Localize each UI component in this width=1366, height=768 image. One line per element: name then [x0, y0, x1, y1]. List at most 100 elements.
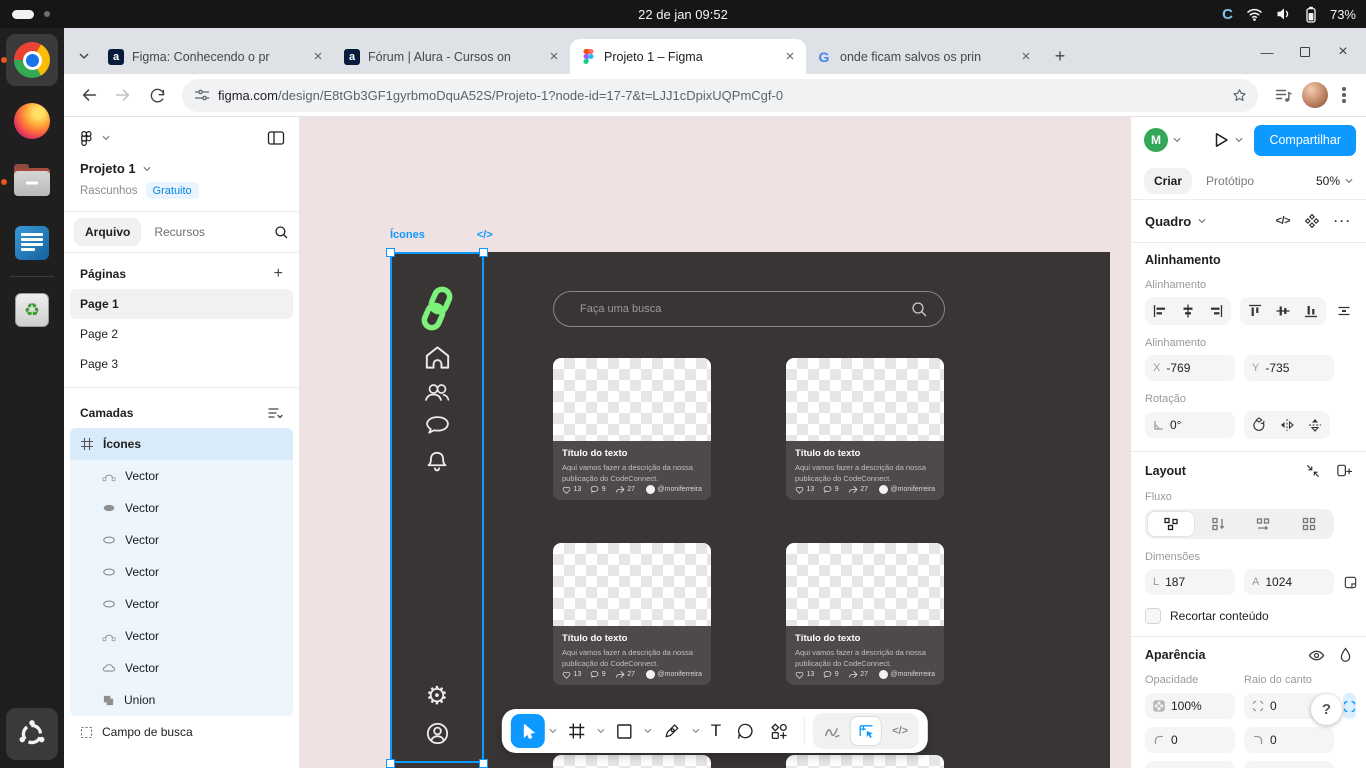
more-options-icon[interactable]: ···: [1334, 214, 1352, 228]
x-position-field[interactable]: X -769: [1145, 355, 1235, 381]
browser-profile-avatar[interactable]: [1302, 82, 1328, 108]
pen-tool-chevron[interactable]: [689, 728, 703, 734]
reload-button[interactable]: [142, 80, 172, 110]
pen-tool-button[interactable]: [656, 714, 688, 748]
dock-files-button[interactable]: [1, 156, 58, 208]
height-field[interactable]: A 1024: [1244, 569, 1334, 595]
layer-row[interactable]: Vector: [70, 492, 293, 524]
move-tool-chevron[interactable]: [546, 728, 560, 734]
dock-libreoffice-writer-button[interactable]: [6, 217, 58, 269]
selection-handle[interactable]: [385, 247, 395, 257]
browser-menu-icon[interactable]: [1332, 80, 1356, 110]
copy-code-icon[interactable]: </>: [1276, 215, 1291, 227]
chevron-down-icon[interactable]: [1173, 137, 1181, 143]
clip-content-checkbox[interactable]: [1145, 608, 1161, 624]
post-card[interactable]: Título do texto Aqui vamos fazer a descri…: [786, 358, 944, 500]
browser-tab[interactable]: a Figma: Conhecendo o pr ×: [98, 39, 334, 74]
dev-mode-toggle[interactable]: </>: [884, 716, 916, 746]
battery-icon[interactable]: [1305, 6, 1317, 23]
frame-tool-chevron[interactable]: [594, 728, 608, 734]
share-button[interactable]: Compartilhar: [1254, 124, 1356, 156]
layer-row[interactable]: Campo de busca: [70, 716, 293, 748]
layer-row[interactable]: Vector: [70, 556, 293, 588]
comment-tool-button[interactable]: [729, 714, 762, 748]
canvas-frame-label[interactable]: Ícones: [390, 229, 425, 241]
bookmark-star-icon[interactable]: [1226, 82, 1252, 108]
tab-assets[interactable]: Recursos: [143, 218, 216, 246]
new-tab-button[interactable]: +: [1046, 42, 1074, 70]
close-button[interactable]: ×: [1328, 38, 1358, 66]
tab-close-icon[interactable]: ×: [1018, 49, 1034, 65]
volume-icon[interactable]: [1276, 7, 1292, 21]
plan-badge[interactable]: Gratuito: [145, 182, 199, 199]
tab-file[interactable]: Arquivo: [74, 218, 142, 246]
frame-tool-button[interactable]: [561, 714, 593, 748]
opacity-field[interactable]: 100%: [1145, 693, 1235, 719]
align-bottom-button[interactable]: [1297, 298, 1325, 324]
layers-sort-icon[interactable]: [267, 406, 283, 420]
actions-tool-button[interactable]: [763, 714, 796, 748]
canvas-frame-code-badge[interactable]: </>: [477, 229, 493, 241]
page-list-item[interactable]: Page 1: [70, 289, 293, 319]
distribute-spacing-button[interactable]: [1335, 298, 1352, 324]
figma-canvas[interactable]: Ícones </> ⚙ Faça uma busca Título do te…: [300, 117, 1130, 768]
post-card[interactable]: Título do texto Aqui vamos fazer a descri…: [553, 358, 711, 500]
user-avatar[interactable]: M: [1144, 128, 1168, 152]
zoom-menu[interactable]: 50%: [1316, 174, 1353, 188]
eye-icon[interactable]: [1308, 648, 1325, 663]
frame-section-title[interactable]: Quadro: [1145, 214, 1191, 229]
corner-bottom-right-field[interactable]: 0: [1244, 761, 1334, 768]
blend-droplet-icon[interactable]: [1339, 647, 1352, 663]
toggle-panel-icon[interactable]: [267, 130, 285, 146]
component-icon[interactable]: [1304, 213, 1320, 229]
dock-show-apps-button[interactable]: [6, 708, 58, 760]
selection-handle[interactable]: [479, 247, 488, 257]
flow-vertical-option[interactable]: [1195, 511, 1241, 537]
help-button[interactable]: ?: [1311, 694, 1342, 725]
browser-tab[interactable]: Gonde ficam salvos os prin ×: [806, 39, 1042, 74]
align-left-button[interactable]: [1146, 298, 1174, 324]
move-tool-button[interactable]: [510, 714, 545, 748]
project-title[interactable]: Projeto 1: [80, 161, 136, 176]
shape-tool-button[interactable]: [609, 714, 640, 748]
layer-row[interactable]: Vector: [70, 620, 293, 652]
search-icon[interactable]: [274, 225, 289, 240]
tab-prototype[interactable]: Protótipo: [1196, 168, 1264, 194]
media-controls-icon[interactable]: [1268, 80, 1298, 110]
chevron-down-icon[interactable]: [1198, 218, 1206, 224]
corner-sliders-icon[interactable]: [1343, 761, 1357, 768]
layer-row[interactable]: Vector: [70, 460, 293, 492]
present-chevron-icon[interactable]: [1235, 137, 1243, 143]
add-auto-layout-icon[interactable]: [1335, 462, 1352, 479]
y-position-field[interactable]: Y -735: [1244, 355, 1334, 381]
inspect-mode-button[interactable]: [850, 716, 883, 746]
page-list-item[interactable]: Page 3: [70, 349, 293, 379]
address-bar[interactable]: figma.com/design/E8tGb3GF1gyrbmoDquA52S/…: [182, 78, 1258, 112]
design-dark-background[interactable]: ⚙ Faça uma busca Título do texto Aqui vam…: [390, 252, 1110, 768]
tab-design[interactable]: Criar: [1144, 168, 1193, 194]
independent-corners-button[interactable]: [1343, 693, 1356, 719]
dock-trash-button[interactable]: ♻: [6, 284, 58, 336]
add-page-icon[interactable]: +: [274, 265, 283, 283]
workspace-label[interactable]: Rascunhos: [80, 185, 138, 197]
align-right-button[interactable]: [1202, 298, 1230, 324]
text-tool-button[interactable]: T: [704, 714, 728, 748]
layer-row[interactable]: Vector: [70, 588, 293, 620]
align-top-button[interactable]: [1241, 298, 1269, 324]
page-list-item[interactable]: Page 2: [70, 319, 293, 349]
flow-grid-option[interactable]: [1286, 511, 1332, 537]
post-card[interactable]: Título do texto Aqui vamos fazer a descri…: [786, 543, 944, 685]
wifi-icon[interactable]: [1246, 7, 1263, 22]
forward-button[interactable]: [108, 80, 138, 110]
clip-content-row[interactable]: Recortar conteúdo: [1145, 608, 1352, 624]
restore-button[interactable]: [1290, 38, 1320, 66]
browser-tab[interactable]: Projeto 1 – Figma ×: [570, 39, 806, 74]
width-field[interactable]: L 187: [1145, 569, 1235, 595]
selection-handle[interactable]: [385, 758, 395, 768]
minimize-button[interactable]: —: [1252, 38, 1282, 66]
layer-row[interactable]: Vector: [70, 652, 293, 684]
tab-search-chevron-button[interactable]: [70, 39, 98, 73]
browser-tab[interactable]: a Fórum | Alura - Cursos on ×: [334, 39, 570, 74]
tab-close-icon[interactable]: ×: [546, 49, 562, 65]
constrain-proportions-icon[interactable]: [1343, 569, 1358, 595]
